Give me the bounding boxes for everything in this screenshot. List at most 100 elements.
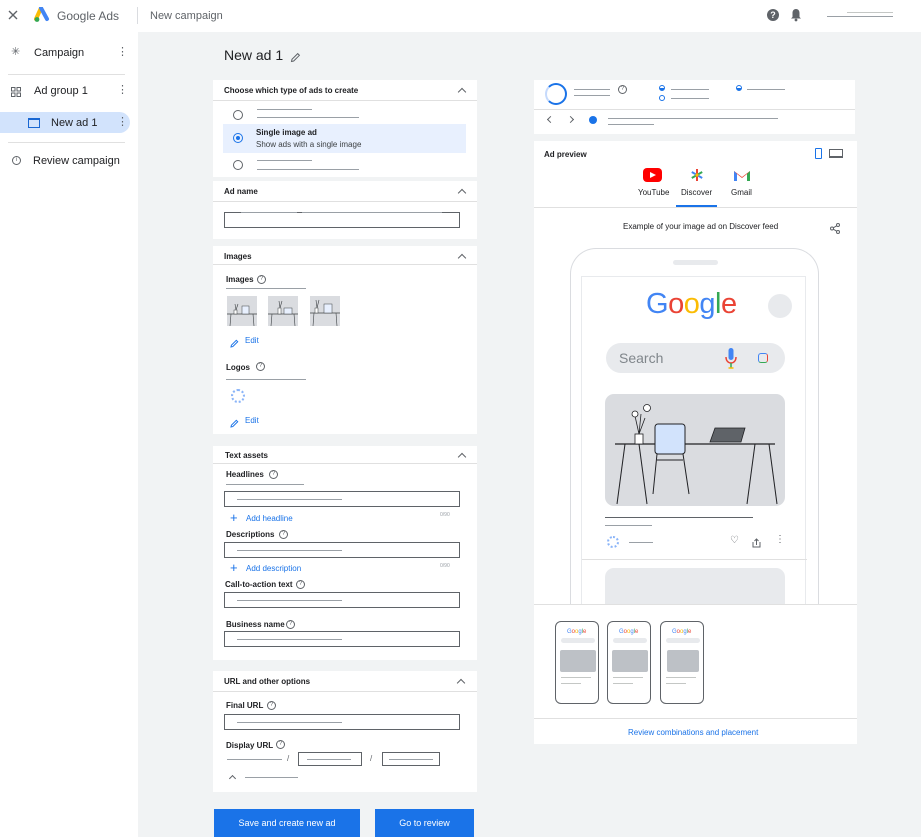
display-path-2-input[interactable] (382, 752, 440, 766)
chevron-up-icon[interactable] (456, 678, 466, 688)
lens-icon[interactable] (758, 353, 768, 363)
image-thumbnail-1[interactable] (227, 296, 257, 326)
sidebar-item-review[interactable]: i Review campaign (0, 150, 137, 172)
share-icon[interactable] (752, 535, 761, 548)
placeholder-line (245, 777, 298, 778)
account-placeholder[interactable] (827, 16, 893, 17)
loading-spinner-icon (231, 389, 245, 403)
notifications-bell-icon[interactable] (790, 8, 802, 22)
section-header: Text assets (225, 451, 268, 460)
cta-input[interactable] (224, 592, 460, 608)
headline-input[interactable] (224, 491, 460, 507)
microphone-icon[interactable] (725, 348, 737, 370)
more-vert-icon[interactable]: ⋮ (117, 47, 128, 58)
ad-strength-card: ? (534, 80, 855, 134)
add-headline-link[interactable]: Add headline (246, 514, 293, 523)
plus-icon[interactable]: + (230, 511, 238, 524)
sidebar-item-new-ad[interactable]: New ad 1 ⋮ (0, 112, 130, 133)
help-icon[interactable]: ? (257, 275, 266, 284)
option-description: Show ads with a single image (256, 140, 362, 149)
help-icon[interactable]: ? (279, 530, 288, 539)
business-name-input[interactable] (224, 631, 460, 647)
tab-label: Gmail (731, 188, 752, 197)
sidebar-item-campaign[interactable]: ✳ Campaign ⋮ (0, 42, 137, 64)
campaign-spark-icon: ✳ (11, 46, 21, 58)
preview-title: Ad preview (544, 150, 587, 159)
chevron-left-icon[interactable] (546, 115, 555, 124)
radio-unselected[interactable] (233, 110, 243, 120)
placeholder-line (237, 550, 342, 551)
sidebar: ✳ Campaign ⋮ Ad group 1 ⋮ New ad 1 ⋮ i R… (0, 32, 138, 837)
help-icon[interactable]: ? (767, 9, 779, 21)
chevron-up-icon[interactable] (457, 253, 467, 263)
chevron-up-icon[interactable] (457, 87, 467, 97)
chevron-up-icon[interactable] (228, 774, 237, 783)
plus-icon[interactable]: + (230, 561, 238, 574)
mini-search-bar (666, 638, 700, 643)
edit-pencil-icon[interactable] (290, 50, 301, 63)
final-url-input[interactable] (224, 714, 460, 730)
image-thumbnail-3[interactable] (310, 296, 340, 326)
combination-thumbnail-2[interactable]: Google (607, 621, 651, 704)
description-input[interactable] (224, 542, 460, 558)
mobile-device-icon[interactable] (815, 148, 822, 159)
placeholder-line (608, 118, 778, 119)
progress-dot-icon (736, 85, 742, 91)
placeholder-line (747, 89, 785, 90)
google-logo: Google (646, 288, 737, 320)
search-bar[interactable]: Search (606, 343, 785, 373)
combination-thumbnail-1[interactable]: Google (555, 621, 599, 704)
page-title: New campaign (150, 10, 223, 22)
save-and-create-new-ad-button[interactable]: Save and create new ad (214, 809, 360, 837)
placeholder-line (671, 89, 709, 90)
mini-ad-image (667, 650, 699, 672)
display-path-1-input[interactable] (298, 752, 362, 766)
tab-label: YouTube (638, 188, 670, 197)
chevron-up-icon[interactable] (457, 188, 467, 198)
edit-pencil-icon[interactable] (230, 415, 239, 428)
help-icon[interactable]: ? (296, 580, 305, 589)
edit-logos-link[interactable]: Edit (245, 416, 259, 425)
logos-label: Logos (226, 363, 250, 372)
more-vert-icon[interactable]: ⋮ (117, 85, 128, 96)
url-card: URL and other options Final URL ? Displa… (213, 671, 477, 792)
help-icon[interactable]: ? (618, 85, 627, 94)
more-vert-icon[interactable]: ⋮ (775, 534, 785, 545)
sidebar-item-label: Review campaign (33, 155, 120, 167)
combination-thumbnail-3[interactable]: Google (660, 621, 704, 704)
add-description-link[interactable]: Add description (246, 564, 301, 573)
image-thumbnail-2[interactable] (268, 296, 298, 326)
help-icon[interactable]: ? (269, 470, 278, 479)
placeholder-line (574, 95, 610, 96)
mini-google-logo: Google (619, 629, 639, 635)
help-icon[interactable]: ? (256, 362, 265, 371)
share-icon[interactable] (830, 221, 840, 234)
placeholder-line (605, 517, 753, 518)
tab-youtube[interactable]: YouTube (633, 167, 673, 207)
desktop-device-icon[interactable] (829, 149, 843, 158)
more-vert-icon[interactable]: ⋮ (117, 117, 128, 128)
section-divider (213, 264, 477, 265)
sidebar-item-ad-group[interactable]: Ad group 1 ⋮ (0, 79, 137, 101)
chevron-up-icon[interactable] (457, 452, 467, 462)
help-icon[interactable]: ? (276, 740, 285, 749)
radio-selected[interactable] (233, 133, 243, 143)
close-icon[interactable] (7, 8, 19, 20)
radio-unselected[interactable] (233, 160, 243, 170)
chevron-right-icon[interactable] (566, 115, 575, 124)
single-image-option[interactable]: Single image ad Show ads with a single i… (223, 124, 466, 153)
placeholder-line (237, 639, 342, 640)
text-assets-card: Text assets Headlines ? + Add headline 0… (213, 446, 477, 660)
review-combinations-link[interactable]: Review combinations and placement (628, 728, 758, 737)
ad-name-input[interactable] (224, 212, 460, 228)
placeholder-line (561, 677, 591, 678)
edit-images-link[interactable]: Edit (245, 336, 259, 345)
tab-discover[interactable]: Discover (676, 167, 717, 207)
help-icon[interactable]: ? (267, 701, 276, 710)
tab-gmail[interactable]: Gmail (724, 167, 760, 207)
edit-pencil-icon[interactable] (230, 335, 239, 348)
heart-icon[interactable]: ♡ (730, 536, 739, 546)
tab-label: Discover (681, 188, 713, 197)
help-icon[interactable]: ? (286, 620, 295, 629)
go-to-review-button[interactable]: Go to review (375, 809, 474, 837)
